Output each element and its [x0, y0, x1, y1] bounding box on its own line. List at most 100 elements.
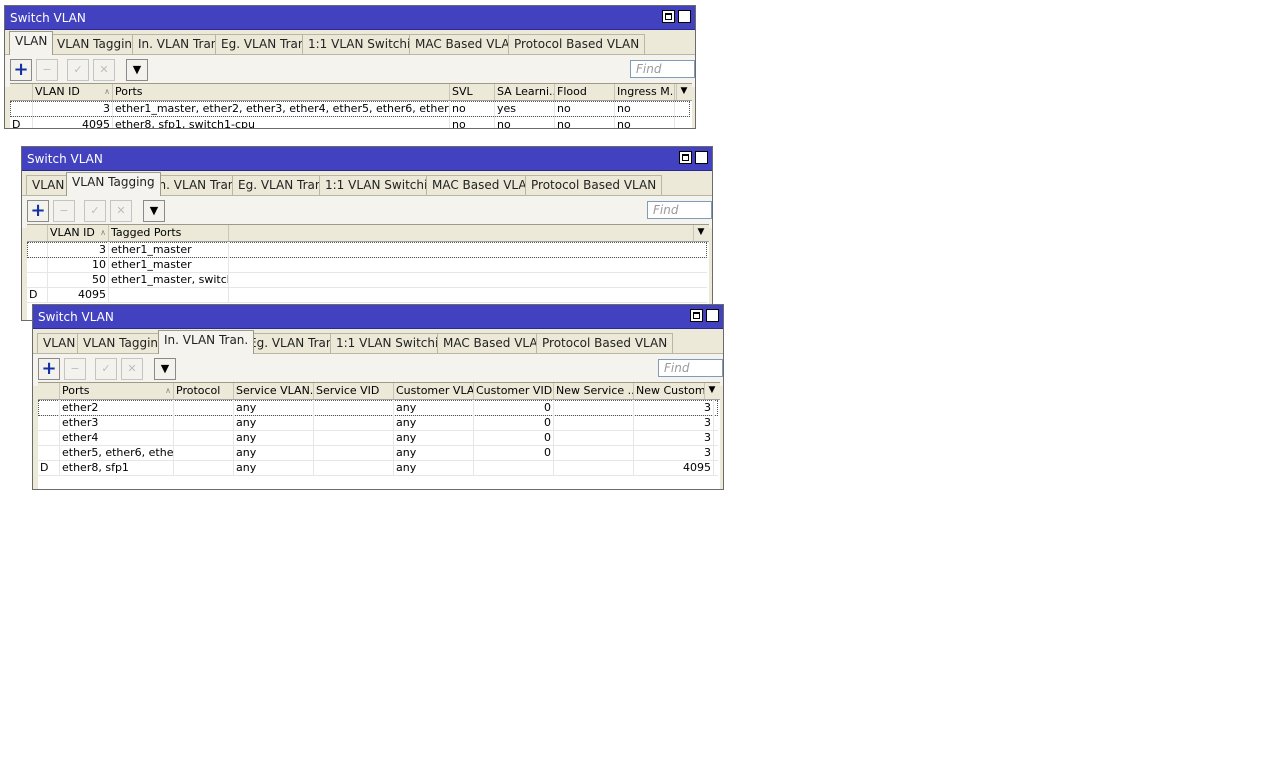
table-row[interactable]: 3 ether1_master	[27, 242, 707, 258]
col-ports[interactable]: Ports	[113, 84, 450, 100]
table-row[interactable]: ether3 any any 0 3	[38, 415, 718, 431]
col-ports[interactable]: Ports ∧	[60, 383, 174, 399]
row-flag	[38, 415, 60, 430]
enable-button[interactable]: ✓	[84, 200, 106, 222]
disable-button[interactable]: ✕	[121, 358, 143, 380]
switch-vlan-window-ingress-translation: Switch VLAN × VLAN VLAN Tagging In. VLAN…	[32, 304, 724, 490]
row-new-customer-vid: 3	[634, 415, 714, 430]
disable-button[interactable]: ✕	[110, 200, 132, 222]
row-ports: ether4	[60, 430, 174, 445]
table-row[interactable]: 3 ether1_master, ether2, ether3, ether4,…	[10, 101, 690, 117]
remove-button[interactable]: −	[53, 200, 75, 222]
vlan-table: VLAN ID ∧ Ports SVL SA Learni... Flood In…	[10, 83, 692, 128]
table-row[interactable]: D 4095	[27, 287, 707, 303]
tab-eg-vlan-tran[interactable]: Eg. VLAN Tran.	[215, 34, 316, 54]
tab-in-vlan-tran[interactable]: In. VLAN Tran.	[158, 330, 255, 354]
close-icon[interactable]: ×	[706, 309, 719, 322]
row-flag	[38, 430, 60, 445]
find-input[interactable]: Find	[630, 60, 695, 78]
tab-protocol-based-vlan[interactable]: Protocol Based VLAN	[536, 333, 674, 353]
row-flag	[10, 101, 33, 116]
remove-button[interactable]: −	[36, 59, 58, 81]
col-vlan-id[interactable]: VLAN ID ∧	[48, 225, 109, 241]
add-button[interactable]: +	[10, 59, 32, 81]
filter-button[interactable]: ▼	[143, 200, 165, 222]
row-protocol	[174, 460, 234, 475]
col-new-customer-vid[interactable]: New Custome	[634, 383, 706, 399]
col-ingress[interactable]: Ingress M...	[615, 84, 675, 100]
table-row[interactable]: 50 ether1_master, switch...	[27, 272, 707, 288]
check-icon: ✓	[73, 63, 83, 76]
find-input[interactable]: Find	[647, 201, 712, 219]
chevron-down-icon[interactable]: ▼	[676, 84, 691, 100]
sort-asc-icon: ∧	[104, 87, 110, 96]
close-icon[interactable]: ×	[695, 151, 708, 164]
col-flag[interactable]	[10, 84, 33, 100]
window-titlebar[interactable]: Switch VLAN ×	[33, 305, 723, 329]
tab-vlan-tagging[interactable]: VLAN Tagging	[66, 172, 161, 196]
enable-button[interactable]: ✓	[67, 59, 89, 81]
tab-in-vlan-tran[interactable]: In. VLAN Tran.	[149, 175, 246, 195]
maximize-icon[interactable]	[679, 151, 692, 164]
col-new-service-vid[interactable]: New Service ...	[554, 383, 634, 399]
maximize-icon[interactable]	[690, 309, 703, 322]
remove-button[interactable]: −	[64, 358, 86, 380]
tab-vlan[interactable]: VLAN	[9, 31, 54, 55]
chevron-down-icon[interactable]: ▼	[693, 225, 708, 241]
row-flag	[27, 272, 48, 287]
row-vlan-id: 10	[48, 257, 109, 272]
tab-vlan[interactable]: VLAN	[26, 175, 71, 195]
tab-eg-vlan-tran[interactable]: Eg. VLAN Tran.	[232, 175, 333, 195]
col-customer-vid[interactable]: Customer VID	[474, 383, 554, 399]
col-flag[interactable]	[27, 225, 48, 241]
minus-icon: −	[42, 63, 52, 76]
add-button[interactable]: +	[27, 200, 49, 222]
col-svl[interactable]: SVL	[450, 84, 495, 100]
col-flood[interactable]: Flood	[555, 84, 615, 100]
row-new-service-vid	[554, 415, 634, 430]
maximize-icon[interactable]	[662, 10, 675, 23]
col-service-vlan-format[interactable]: Service VLAN...	[234, 383, 314, 399]
table-row[interactable]: D ether8, sfp1 any any 4095	[38, 460, 718, 476]
tab-eg-vlan-tran[interactable]: Eg. VLAN Tran.	[243, 333, 344, 353]
col-vlan-id[interactable]: VLAN ID ∧	[33, 84, 113, 100]
tab-in-vlan-tran[interactable]: In. VLAN Tran.	[132, 34, 229, 54]
col-protocol[interactable]: Protocol	[174, 383, 234, 399]
switch-vlan-window-tagging: Switch VLAN × VLAN VLAN Tagging In. VLAN…	[21, 146, 713, 321]
chevron-down-icon[interactable]: ▼	[704, 383, 719, 399]
col-service-vid[interactable]: Service VID	[314, 383, 394, 399]
table-row[interactable]: 10 ether1_master	[27, 257, 707, 273]
row-customer-vlan-format: any	[394, 415, 474, 430]
close-icon[interactable]: ×	[678, 10, 691, 23]
table-row[interactable]: D 4095 ether8, sfp1, switch1-cpu no no n…	[10, 117, 690, 128]
row-protocol	[174, 400, 234, 415]
enable-button[interactable]: ✓	[95, 358, 117, 380]
window-titlebar[interactable]: Switch VLAN ×	[5, 6, 695, 30]
row-service-vid	[314, 445, 394, 460]
disable-button[interactable]: ✕	[93, 59, 115, 81]
tab-protocol-based-vlan[interactable]: Protocol Based VLAN	[508, 34, 646, 54]
table-row[interactable]: ether4 any any 0 3	[38, 430, 718, 446]
filter-button[interactable]: ▼	[154, 358, 176, 380]
sort-asc-icon: ∧	[165, 386, 171, 395]
filter-button[interactable]: ▼	[126, 59, 148, 81]
row-customer-vlan-format: any	[394, 400, 474, 415]
find-input[interactable]: Find	[658, 359, 723, 377]
table-row[interactable]: ether5, ether6, ether7 any any 0 3	[38, 445, 718, 461]
add-button[interactable]: +	[38, 358, 60, 380]
window-titlebar[interactable]: Switch VLAN ×	[22, 147, 712, 171]
col-customer-vlan-format[interactable]: Customer VLA...	[394, 383, 474, 399]
row-flood: no	[555, 117, 615, 128]
tab-protocol-based-vlan[interactable]: Protocol Based VLAN	[525, 175, 663, 195]
tab-vlan[interactable]: VLAN	[37, 333, 82, 353]
col-tagged-ports[interactable]: Tagged Ports	[109, 225, 229, 241]
table-row[interactable]: ether2 any any 0 3	[38, 400, 718, 416]
row-customer-vlan-format: any	[394, 460, 474, 475]
row-sa-learning: yes	[495, 101, 555, 116]
col-sa-learning[interactable]: SA Learni...	[495, 84, 555, 100]
row-customer-vlan-format: any	[394, 445, 474, 460]
cross-icon: ✕	[127, 362, 137, 375]
plus-icon: +	[13, 59, 29, 80]
col-flag[interactable]	[38, 383, 60, 399]
row-service-vid	[314, 400, 394, 415]
